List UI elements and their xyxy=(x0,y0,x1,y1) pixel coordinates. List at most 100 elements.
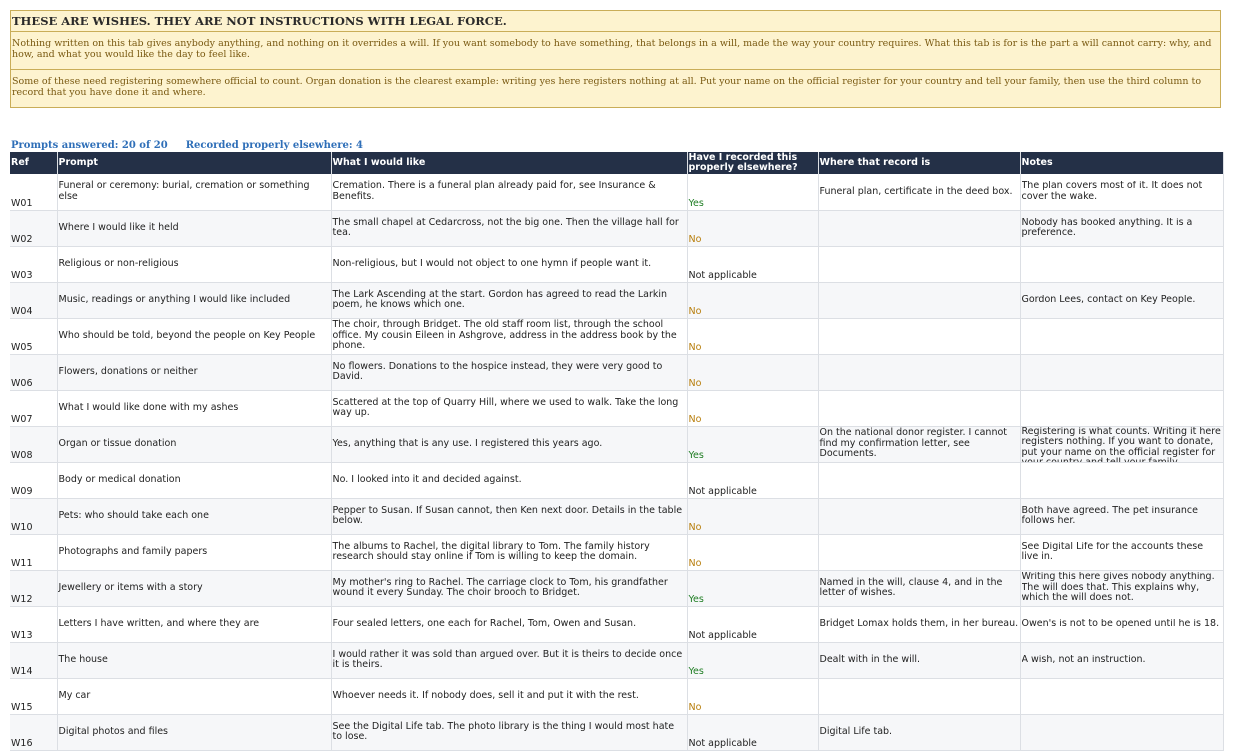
prompt-cell[interactable]: Flowers, donations or neither xyxy=(57,354,332,391)
prompt-cell[interactable]: Pets: who should take each one xyxy=(57,498,332,535)
record-location-cell[interactable] xyxy=(818,282,1021,319)
prompt-cell[interactable]: Body or medical donation xyxy=(57,462,332,499)
notes-cell[interactable]: See Digital Life for the accounts these … xyxy=(1020,534,1224,571)
wish-cell[interactable]: Non-religious, but I would not object to… xyxy=(331,246,688,283)
prompt-cell[interactable]: Jewellery or items with a story xyxy=(57,570,332,607)
recorded-status-cell[interactable]: No xyxy=(687,210,819,247)
notes-cell[interactable] xyxy=(1020,246,1224,283)
wish-cell[interactable]: Scattered at the top of Quarry Hill, whe… xyxy=(331,390,688,427)
wish-cell[interactable]: The albums to Rachel, the digital librar… xyxy=(331,534,688,571)
prompt-cell[interactable]: Organ or tissue donation xyxy=(57,426,332,463)
notes-cell[interactable] xyxy=(1020,354,1224,391)
ref-cell[interactable]: W06 xyxy=(10,354,58,391)
ref-cell[interactable]: W01 xyxy=(10,174,58,211)
col-header-notes[interactable]: Notes xyxy=(1020,152,1224,174)
notes-cell[interactable]: The plan covers most of it. It does not … xyxy=(1020,174,1224,211)
ref-cell[interactable]: W15 xyxy=(10,678,58,715)
record-location-cell[interactable] xyxy=(818,210,1021,247)
record-location-cell[interactable]: Dealt with in the will. xyxy=(818,642,1021,679)
wish-cell[interactable]: Yes, anything that is any use. I registe… xyxy=(331,426,688,463)
ref-cell[interactable]: W09 xyxy=(10,462,58,499)
notes-cell[interactable]: A wish, not an instruction. xyxy=(1020,642,1224,679)
ref-cell[interactable]: W08 xyxy=(10,426,58,463)
wish-cell[interactable]: Four sealed letters, one each for Rachel… xyxy=(331,606,688,643)
record-location-cell[interactable] xyxy=(818,498,1021,535)
col-header-what-i-would-like[interactable]: What I would like xyxy=(331,152,688,174)
recorded-status-cell[interactable]: Not applicable xyxy=(687,462,819,499)
record-location-cell[interactable]: Bridget Lomax holds them, in her bureau. xyxy=(818,606,1021,643)
wish-cell[interactable]: See the Digital Life tab. The photo libr… xyxy=(331,714,688,751)
recorded-status-cell[interactable]: Yes xyxy=(687,642,819,679)
notes-cell[interactable] xyxy=(1020,714,1224,751)
ref-cell[interactable]: W12 xyxy=(10,570,58,607)
notes-cell[interactable] xyxy=(1020,390,1224,427)
prompt-cell[interactable]: My car xyxy=(57,678,332,715)
col-header-ref[interactable]: Ref xyxy=(10,152,58,174)
ref-cell[interactable]: W03 xyxy=(10,246,58,283)
record-location-cell[interactable] xyxy=(818,462,1021,499)
notes-cell[interactable] xyxy=(1020,462,1224,499)
notes-cell[interactable]: Nobody has booked anything. It is a pref… xyxy=(1020,210,1224,247)
ref-cell[interactable]: W04 xyxy=(10,282,58,319)
ref-cell[interactable]: W13 xyxy=(10,606,58,643)
recorded-status-cell[interactable]: No xyxy=(687,678,819,715)
record-location-cell[interactable]: Digital Life tab. xyxy=(818,714,1021,751)
notes-cell[interactable]: Both have agreed. The pet insurance foll… xyxy=(1020,498,1224,535)
notes-cell[interactable] xyxy=(1020,318,1224,355)
wish-cell[interactable]: Whoever needs it. If nobody does, sell i… xyxy=(331,678,688,715)
recorded-status-cell[interactable]: Not applicable xyxy=(687,714,819,751)
prompt-cell[interactable]: Digital photos and files xyxy=(57,714,332,751)
ref-cell[interactable]: W11 xyxy=(10,534,58,571)
notes-cell[interactable] xyxy=(1020,678,1224,715)
prompt-cell[interactable]: Letters I have written, and where they a… xyxy=(57,606,332,643)
prompt-cell[interactable]: What I would like done with my ashes xyxy=(57,390,332,427)
recorded-status-cell[interactable]: No xyxy=(687,498,819,535)
prompt-cell[interactable]: Funeral or ceremony: burial, cremation o… xyxy=(57,174,332,211)
col-header-where-record-is[interactable]: Where that record is xyxy=(818,152,1021,174)
notes-cell[interactable]: Writing this here gives nobody anything.… xyxy=(1020,570,1224,607)
recorded-status-cell[interactable]: No xyxy=(687,390,819,427)
record-location-cell[interactable]: Named in the will, clause 4, and in the … xyxy=(818,570,1021,607)
record-location-cell[interactable] xyxy=(818,678,1021,715)
ref-cell[interactable]: W16 xyxy=(10,714,58,751)
record-location-cell[interactable] xyxy=(818,534,1021,571)
ref-cell[interactable]: W14 xyxy=(10,642,58,679)
prompt-cell[interactable]: Photographs and family papers xyxy=(57,534,332,571)
recorded-status-cell[interactable]: No xyxy=(687,282,819,319)
prompt-cell[interactable]: Music, readings or anything I would like… xyxy=(57,282,332,319)
prompt-cell[interactable]: Where I would like it held xyxy=(57,210,332,247)
recorded-status-cell[interactable]: No xyxy=(687,318,819,355)
prompt-cell[interactable]: Who should be told, beyond the people on… xyxy=(57,318,332,355)
record-location-cell[interactable] xyxy=(818,354,1021,391)
wish-cell[interactable]: The Lark Ascending at the start. Gordon … xyxy=(331,282,688,319)
notes-cell[interactable]: Registering is what counts. Writing it h… xyxy=(1020,426,1224,463)
notes-cell[interactable]: Owen's is not to be opened until he is 1… xyxy=(1020,606,1224,643)
recorded-status-cell[interactable]: No xyxy=(687,354,819,391)
wish-cell[interactable]: No. I looked into it and decided against… xyxy=(331,462,688,499)
record-location-cell[interactable] xyxy=(818,246,1021,283)
wish-cell[interactable]: The small chapel at Cedarcross, not the … xyxy=(331,210,688,247)
record-location-cell[interactable]: Funeral plan, certificate in the deed bo… xyxy=(818,174,1021,211)
col-header-recorded-elsewhere[interactable]: Have I recorded this properly elsewhere? xyxy=(687,152,819,174)
wish-cell[interactable]: Pepper to Susan. If Susan cannot, then K… xyxy=(331,498,688,535)
recorded-status-cell[interactable]: Yes xyxy=(687,426,819,463)
wish-cell[interactable]: No flowers. Donations to the hospice ins… xyxy=(331,354,688,391)
wish-cell[interactable]: I would rather it was sold than argued o… xyxy=(331,642,688,679)
ref-cell[interactable]: W05 xyxy=(10,318,58,355)
ref-cell[interactable]: W07 xyxy=(10,390,58,427)
recorded-status-cell[interactable]: Yes xyxy=(687,174,819,211)
notes-cell[interactable]: Gordon Lees, contact on Key People. xyxy=(1020,282,1224,319)
recorded-status-cell[interactable]: Not applicable xyxy=(687,246,819,283)
record-location-cell[interactable]: On the national donor register. I cannot… xyxy=(818,426,1021,463)
wish-cell[interactable]: Cremation. There is a funeral plan alrea… xyxy=(331,174,688,211)
col-header-prompt[interactable]: Prompt xyxy=(57,152,332,174)
record-location-cell[interactable] xyxy=(818,390,1021,427)
prompt-cell[interactable]: Religious or non-religious xyxy=(57,246,332,283)
prompt-cell[interactable]: The house xyxy=(57,642,332,679)
recorded-status-cell[interactable]: No xyxy=(687,534,819,571)
ref-cell[interactable]: W10 xyxy=(10,498,58,535)
recorded-status-cell[interactable]: Yes xyxy=(687,570,819,607)
recorded-status-cell[interactable]: Not applicable xyxy=(687,606,819,643)
record-location-cell[interactable] xyxy=(818,318,1021,355)
ref-cell[interactable]: W02 xyxy=(10,210,58,247)
